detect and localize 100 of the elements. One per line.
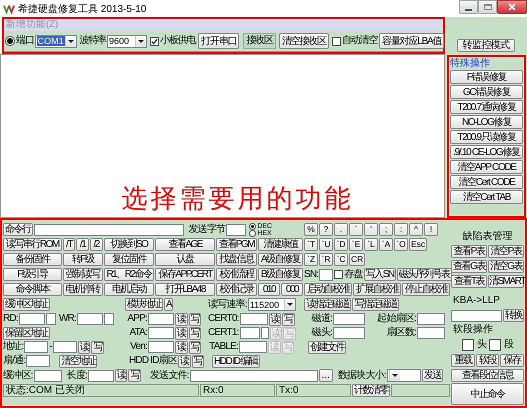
function-button[interactable]: 强制读写 [62, 268, 103, 281]
rd-field[interactable] [46, 313, 56, 325]
write-button[interactable]: 写 [91, 340, 104, 354]
text-field[interactable] [239, 341, 267, 353]
rd-field[interactable] [18, 313, 45, 325]
key-button[interactable]: ` [349, 223, 363, 236]
command-input[interactable] [34, 224, 184, 236]
reserved-address-button[interactable]: 保留区地址 [3, 326, 50, 340]
checkbox[interactable] [462, 338, 474, 350]
text-field[interactable] [148, 313, 174, 325]
read-track-button[interactable]: 读指定磁道 [304, 298, 351, 311]
address-field[interactable] [52, 341, 77, 353]
repair-button[interactable]: T200.9只读修复 [450, 130, 523, 144]
function-button[interactable]: 转F级 [62, 253, 103, 266]
key-button[interactable]: ' [364, 223, 378, 236]
function-button[interactable]: 清健康值 [258, 238, 303, 251]
function-button[interactable]: 读写串行ROM [3, 238, 62, 251]
key-button[interactable]: `L [364, 238, 378, 251]
close-button[interactable] [497, 0, 527, 14]
function-button[interactable]: F级引导 [3, 268, 62, 281]
key-button[interactable]: `C [334, 253, 348, 266]
repair-button[interactable]: 清空Cert CODE [450, 175, 523, 189]
clear-receive-button[interactable]: 清空接收区 [278, 33, 329, 49]
function-button[interactable]: 打开LBA48 [155, 283, 215, 296]
track-field[interactable] [333, 313, 365, 325]
key-button[interactable]: `Z [304, 253, 318, 266]
sector-field[interactable] [26, 355, 50, 367]
sector-count-field[interactable] [417, 327, 445, 339]
key-button[interactable]: ? [319, 223, 333, 236]
function-button[interactable]: /T [62, 238, 76, 251]
write-track-button[interactable]: 写指定磁道 [352, 298, 399, 311]
read-button[interactable]: 读 [175, 340, 188, 354]
send-button[interactable]: 发送 [422, 369, 443, 382]
function-button[interactable]: 切换到SO [104, 238, 154, 251]
maximize-button[interactable] [478, 0, 497, 14]
write-button[interactable]: 写 [128, 369, 141, 382]
write-button[interactable]: 写 [192, 354, 204, 368]
function-button[interactable]: 查看AGE [155, 238, 215, 251]
function-button[interactable]: 认盘 [155, 253, 215, 266]
minimize-button[interactable] [459, 0, 478, 14]
buffer-field[interactable] [34, 370, 62, 382]
read-button[interactable]: 读 [78, 340, 90, 354]
module-a-button[interactable]: A [164, 298, 174, 311]
function-button[interactable]: 查看PGM [216, 238, 257, 251]
write-button[interactable]: 写 [188, 326, 201, 340]
module-address-button[interactable]: 模块地址 [125, 298, 163, 311]
key-button[interactable]: : [394, 223, 408, 236]
key-button[interactable]: ! [424, 223, 438, 236]
monitor-mode-button[interactable]: 转监控模式 [457, 39, 515, 52]
write-button[interactable]: 写 [282, 312, 295, 326]
function-button[interactable]: 010 [258, 283, 280, 296]
read-button[interactable]: 读 [178, 354, 191, 368]
clear-address-button[interactable]: 清空地址 [59, 354, 98, 368]
head-field[interactable] [333, 327, 365, 339]
key-button[interactable]: `R [319, 253, 333, 266]
repair-button[interactable]: NO-LOG修复 [450, 115, 523, 129]
sn-field[interactable] [319, 268, 334, 280]
self-calibration-button[interactable]: 扩展自校准 [353, 283, 401, 296]
rate-dropdown[interactable]: 115200 [248, 298, 296, 311]
radio-button[interactable] [249, 222, 256, 230]
receive-text-area[interactable]: 选择需要用的功能 [0, 54, 445, 218]
send-bytes-field[interactable] [226, 224, 246, 236]
checkbox[interactable] [332, 36, 341, 46]
defect-table-button[interactable]: 查看P表 [451, 244, 487, 258]
reset-count-button[interactable]: 计数清零 [352, 384, 390, 396]
command-line-button[interactable]: 命令行 [3, 223, 32, 236]
kba-field[interactable] [451, 310, 502, 322]
self-calibration-button[interactable]: 启动自校准 [304, 283, 352, 296]
function-button[interactable]: A级自修复 [258, 253, 303, 266]
key-button[interactable]: CR [349, 253, 366, 266]
write-sn-button[interactable]: 写入SN [364, 268, 396, 281]
key-button[interactable]: . [334, 223, 348, 236]
read-button[interactable]: 读 [268, 312, 282, 326]
port-dropdown[interactable]: COM1 [34, 34, 77, 48]
self-calibration-button[interactable]: 停止自校准 [402, 283, 450, 296]
key-button[interactable]: `T [304, 238, 318, 251]
text-field[interactable] [260, 327, 269, 339]
baud-dropdown[interactable]: 9600 [107, 34, 148, 48]
repair-button[interactable]: F错误修复 [450, 70, 523, 84]
radio-button[interactable] [5, 36, 15, 46]
wr-field[interactable] [76, 313, 103, 325]
function-button[interactable]: 电机停转 [62, 283, 103, 296]
key-button[interactable]: `D [334, 238, 348, 251]
start-sector-field[interactable] [417, 313, 445, 325]
defect-table-button[interactable]: 清空G表 [488, 260, 524, 272]
key-button[interactable]: ; [379, 223, 393, 236]
function-button[interactable]: 000 [280, 283, 303, 296]
text-field[interactable] [148, 341, 174, 353]
send-file-field[interactable] [190, 370, 318, 382]
soft-segment-button[interactable]: 软段 [476, 354, 500, 366]
write-button[interactable]: 写 [188, 312, 201, 326]
repair-button[interactable]: GC错误修复 [450, 85, 523, 99]
open-port-button[interactable]: 打开串口 [198, 33, 240, 49]
wr-field[interactable] [104, 313, 114, 325]
function-button[interactable]: 保存APP.CERT [155, 268, 215, 281]
address-field[interactable] [24, 341, 48, 353]
radio-button[interactable] [249, 230, 256, 236]
function-button[interactable]: 备份固件 [3, 253, 62, 266]
segment-info-button[interactable]: 查看段位信息 [451, 368, 524, 382]
function-button[interactable]: /1 [76, 238, 89, 251]
